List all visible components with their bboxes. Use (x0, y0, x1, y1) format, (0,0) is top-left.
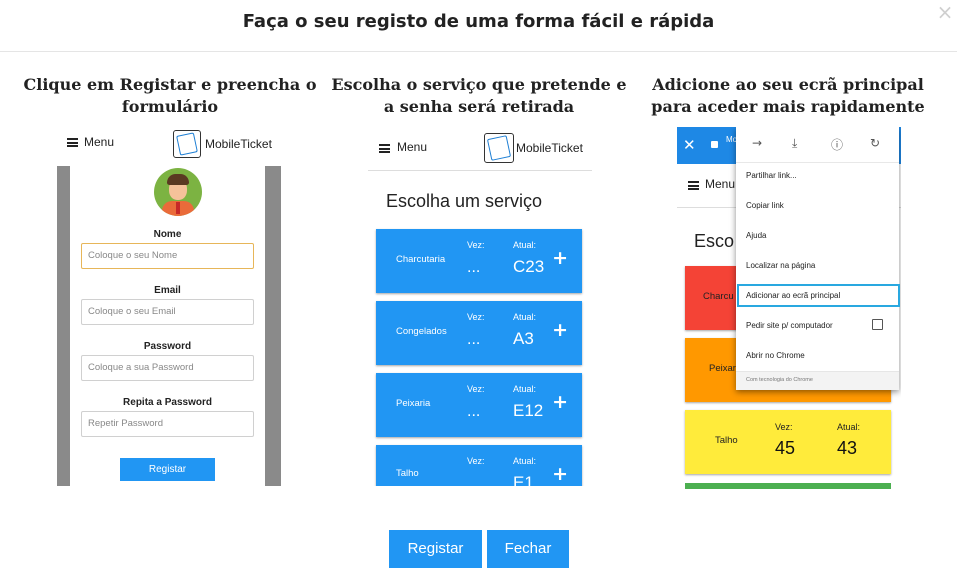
plus-icon[interactable]: + (552, 463, 568, 485)
close-icon[interactable]: × (935, 2, 955, 22)
service-card-talho[interactable]: Talho Vez: ... Atual: E1 + (376, 445, 582, 486)
menu-label: Menu (84, 135, 115, 149)
service-name: Talho (396, 468, 419, 479)
step1-title: Clique em Registar e preencha o formulár… (20, 74, 320, 118)
plus-icon[interactable]: + (552, 391, 568, 413)
menu-item-add-to-home-screen[interactable]: Adicionar ao ecrã principal (746, 291, 840, 300)
vez-label: Vez: (775, 422, 793, 432)
checkbox-icon[interactable] (872, 319, 883, 330)
step2-title-line1: Escolha o serviço que pretende e (331, 75, 627, 94)
email-label: Email (154, 285, 181, 296)
menu-label: Menu (705, 177, 736, 191)
menu-item-find-in-page[interactable]: Localizar na página (746, 261, 815, 270)
atual-value: C23 (513, 257, 545, 276)
register-modal: Faça o seu registo de uma forma fácil e … (0, 0, 957, 588)
vez-value: ... (467, 403, 481, 420)
plus-icon[interactable]: + (552, 319, 568, 341)
vez-label: Vez: (467, 456, 485, 466)
menu-item-open-in-chrome[interactable]: Abrir no Chrome (746, 351, 805, 360)
service-card-talho[interactable]: Talho Vez: 45 Atual: 43 (685, 410, 891, 474)
step3-title-line1: Adicione ao seu ecrã principal (652, 75, 924, 94)
password-label: Password (143, 341, 192, 352)
step3-title-line2: para aceder mais rapidamente (651, 97, 925, 116)
vez-value: ... (467, 475, 481, 486)
service-name: Talho (715, 435, 738, 446)
brand-name: MobileTicket (205, 137, 272, 151)
close-button[interactable]: Fechar (487, 530, 569, 568)
menu-icon-row: → ⤓ ⓘ ↻ (736, 127, 899, 163)
navbar: Menu MobileTicket (57, 128, 281, 166)
atual-value: A3 (513, 329, 534, 348)
vez-label: Vez: (467, 240, 485, 250)
plus-icon[interactable]: + (552, 247, 568, 269)
atual-label: Atual: (513, 384, 537, 394)
service-card-peixaria[interactable]: Peixaria Vez: ... Atual: E12 + (376, 373, 582, 437)
homescreen-screenshot: ✕ Mo Menu Esco Charcu Peixar Talho Vez: … (677, 127, 901, 489)
hamburger-icon (688, 181, 699, 190)
form-area: Nome Coloque o seu Nome Email Coloque o … (57, 166, 281, 486)
menu-label: Menu (397, 140, 428, 154)
atual-label: Atual: (513, 240, 537, 250)
service-card-next (685, 483, 891, 489)
name-label: Nome (153, 229, 182, 240)
vez-value: 45 (775, 438, 796, 458)
service-card-charcutaria[interactable]: Charcutaria Vez: ... Atual: C23 + (376, 229, 582, 293)
hamburger-icon (379, 144, 390, 153)
menu-item-share-link[interactable]: Partilhar link... (746, 171, 797, 180)
repeat-password-field[interactable]: Repetir Password (81, 411, 254, 437)
vez-label: Vez: (467, 384, 485, 394)
forward-icon[interactable]: → (752, 136, 762, 150)
menu-item-help[interactable]: Ajuda (746, 231, 766, 240)
service-name: Charcu (703, 291, 734, 302)
service-name: Peixaria (396, 398, 431, 409)
step2-title: Escolha o serviço que pretende e a senha… (329, 74, 629, 118)
chrome-context-menu: → ⤓ ⓘ ↻ Partilhar link... Copiar link Aj… (736, 127, 900, 390)
services-heading: Escolha um serviço (386, 191, 543, 211)
modal-header: Faça o seu registo de uma forma fácil e … (0, 0, 957, 52)
name-field[interactable]: Coloque o seu Nome (81, 243, 254, 269)
atual-value: E12 (513, 401, 544, 420)
vez-value: ... (467, 331, 481, 348)
menu-item-request-desktop-site[interactable]: Pedir site p/ computador (746, 321, 833, 330)
service-card-congelados[interactable]: Congelados Vez: ... Atual: A3 + (376, 301, 582, 365)
phone-ticket-icon (173, 130, 201, 158)
menu-footer: Com tecnologia do Chrome (736, 371, 899, 390)
step1-title-line1: Clique em Registar e preencha o (23, 75, 317, 94)
atual-value: 43 (837, 438, 858, 458)
atual-label: Atual: (837, 422, 861, 432)
atual-value: E1 (513, 473, 534, 486)
atual-label: Atual: (513, 456, 537, 466)
atual-label: Atual: (513, 312, 537, 322)
vez-label: Vez: (467, 312, 485, 322)
avatar (154, 168, 202, 216)
phone-ticket-icon (484, 133, 514, 163)
service-screenshot: Menu MobileTicket Escolha um serviço Cha… (368, 128, 592, 486)
reload-icon[interactable]: ↻ (870, 136, 880, 150)
services-heading-partial: Esco (694, 231, 735, 251)
step1-title-line2: formulário (121, 97, 219, 116)
hamburger-icon (67, 138, 78, 147)
form-register-button[interactable]: Registar (120, 458, 215, 481)
email-field[interactable]: Coloque o seu Email (81, 299, 254, 325)
close-tab-icon[interactable]: ✕ (683, 136, 696, 154)
password-field[interactable]: Coloque a sua Password (81, 355, 254, 381)
modal-title: Faça o seu registo de uma forma fácil e … (242, 11, 715, 32)
info-icon[interactable]: ⓘ (831, 136, 843, 153)
service-name: Peixar (709, 363, 736, 374)
repeat-password-label: Repita a Password (123, 397, 212, 408)
vez-value: ... (467, 259, 481, 276)
powered-by-chrome: Com tecnologia do Chrome (746, 377, 813, 383)
register-button[interactable]: Registar (389, 530, 482, 568)
lock-icon (711, 141, 718, 148)
menu-item-copy-link[interactable]: Copiar link (746, 201, 784, 210)
registration-screenshot: Menu MobileTicket Nome Coloque o seu Nom… (57, 128, 281, 486)
step2-title-line2: a senha será retirada (383, 97, 575, 116)
download-icon[interactable]: ⤓ (792, 136, 797, 151)
service-name: Congelados (396, 326, 447, 337)
service-name: Charcutaria (396, 254, 446, 265)
step3-title: Adicione ao seu ecrã principal para aced… (638, 74, 938, 118)
brand-name: MobileTicket (516, 141, 583, 155)
